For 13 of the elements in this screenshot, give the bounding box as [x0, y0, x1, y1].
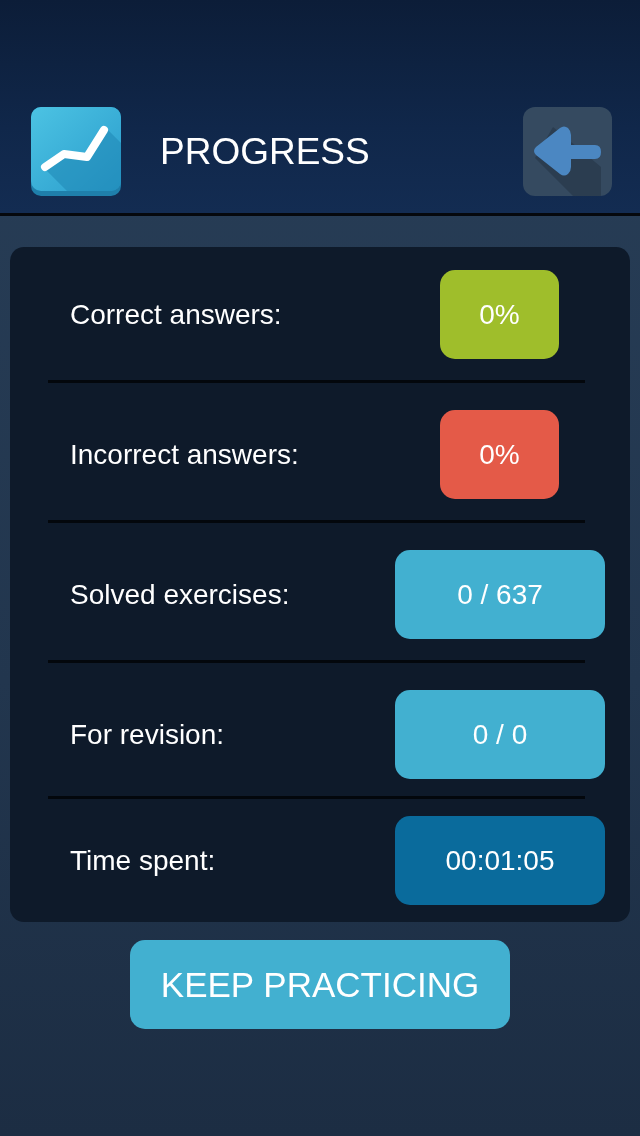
stat-label: For revision:	[70, 718, 225, 751]
stat-value-badge: 00:01:05	[395, 816, 605, 905]
back-button[interactable]	[523, 107, 612, 196]
stat-label: Correct answers:	[70, 298, 282, 331]
stat-value-badge: 0%	[440, 270, 559, 359]
page-title: PROGRESS	[160, 130, 371, 174]
stat-label: Incorrect answers:	[70, 438, 299, 471]
keep-practicing-button[interactable]: KEEP PRACTICING	[130, 940, 510, 1029]
stat-value-badge: 0%	[440, 410, 559, 499]
stat-value-badge: 0 / 637	[395, 550, 605, 639]
stat-label: Time spent:	[70, 844, 216, 877]
stat-label: Solved exercises:	[70, 578, 290, 611]
stat-value-badge: 0 / 0	[395, 690, 605, 779]
